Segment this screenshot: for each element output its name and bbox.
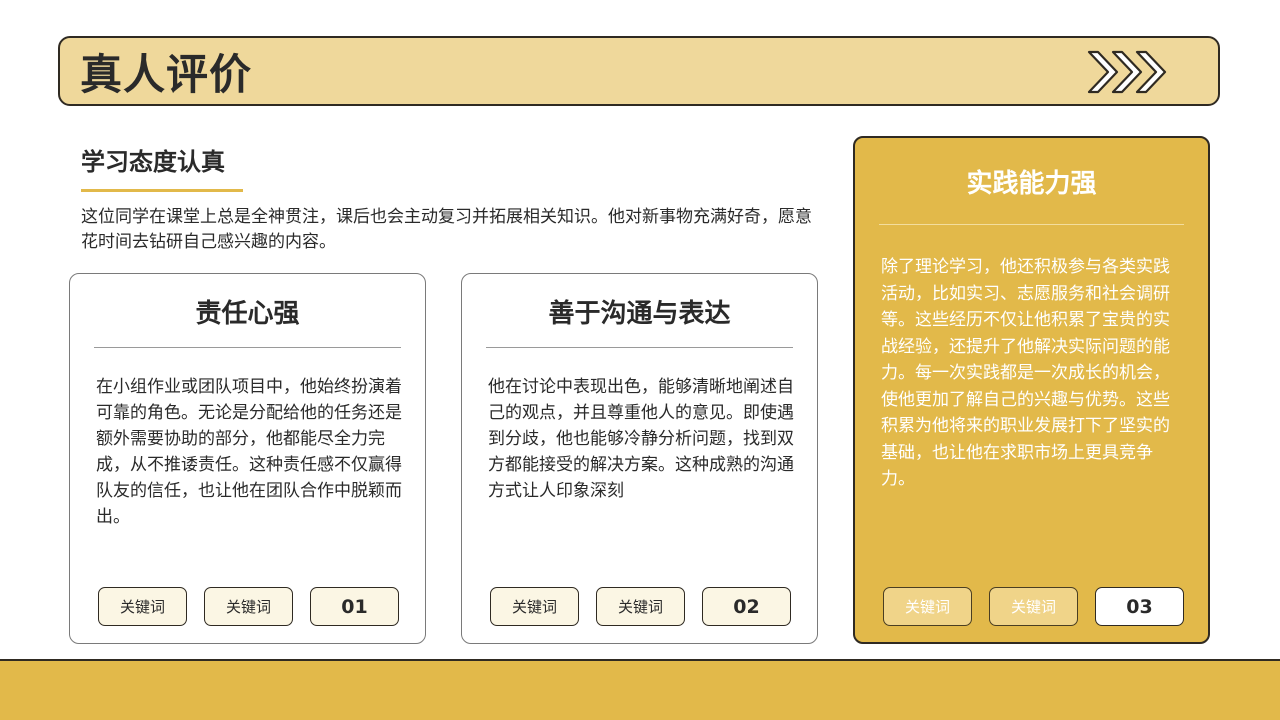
card-title: 善于沟通与表达 bbox=[548, 299, 731, 329]
review-card-1: 责任心强 在小组作业或团队项目中，他始终扮演着可靠的角色。无论是分配给他的任务还… bbox=[69, 273, 426, 644]
card-number-badge: 02 bbox=[702, 587, 791, 626]
intro-text: 这位同学在课堂上总是全神贯注，课后也会主动复习并拓展相关知识。他对新事物充满好奇… bbox=[81, 207, 812, 252]
card-title: 实践能力强 bbox=[966, 169, 1097, 199]
review-card-2: 善于沟通与表达 他在讨论中表现出色，能够清晰地阐述自己的观点，并且尊重他人的意见… bbox=[461, 273, 818, 644]
card-body: 他在讨论中表现出色，能够清晰地阐述自己的观点，并且尊重他人的意见。即使遇到分歧，… bbox=[488, 377, 794, 501]
card-title: 责任心强 bbox=[195, 299, 300, 329]
card-body: 除了理论学习，他还积极参与各类实践活动，比如实习、志愿服务和社会调研等。这些经历… bbox=[881, 257, 1170, 489]
card-divider bbox=[879, 224, 1184, 225]
page-title: 真人评价 bbox=[80, 50, 253, 99]
card-number-badge: 01 bbox=[310, 587, 399, 626]
review-card-3-highlight: 实践能力强 除了理论学习，他还积极参与各类实践活动，比如实习、志愿服务和社会调研… bbox=[853, 136, 1210, 644]
keyword-tag[interactable]: 关键词 bbox=[989, 587, 1078, 626]
bottom-decor-band bbox=[0, 659, 1280, 720]
intro-heading: 学习态度认真 bbox=[81, 148, 225, 176]
triple-chevron-right-icon bbox=[1087, 50, 1167, 94]
card-body: 在小组作业或团队项目中，他始终扮演着可靠的角色。无论是分配给他的任务还是额外需要… bbox=[96, 377, 402, 527]
keyword-tag[interactable]: 关键词 bbox=[596, 587, 685, 626]
keyword-tag[interactable]: 关键词 bbox=[98, 587, 187, 626]
keyword-tag[interactable]: 关键词 bbox=[883, 587, 972, 626]
intro-underline bbox=[81, 189, 243, 192]
card-divider bbox=[486, 347, 793, 348]
card-number-badge: 03 bbox=[1095, 587, 1184, 626]
keyword-tag[interactable]: 关键词 bbox=[490, 587, 579, 626]
title-bar: 真人评价 bbox=[58, 36, 1220, 106]
card-divider bbox=[94, 347, 401, 348]
keyword-tag[interactable]: 关键词 bbox=[204, 587, 293, 626]
